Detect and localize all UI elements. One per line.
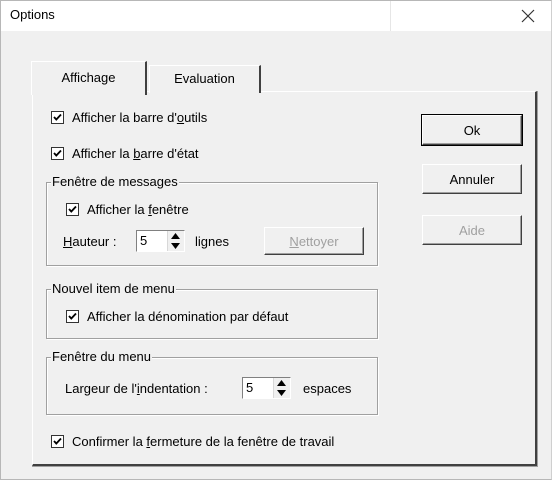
height-value: 5 <box>140 233 148 248</box>
menu-window-group-title: Fenêtre du menu <box>51 349 153 365</box>
height-spin-down-button[interactable] <box>168 241 184 251</box>
confirm-close-option[interactable]: Confirmer la fermeture de la fenêtre de … <box>51 432 334 450</box>
help-button-label: Aide <box>458 223 486 238</box>
show-statusbar-label: Afficher la barre d'état <box>72 145 199 161</box>
indent-spin-arrows <box>273 378 290 398</box>
arrow-down-icon <box>277 390 286 396</box>
new-menu-item-group-title: Nouvel item de menu <box>51 281 176 297</box>
height-label: Hauteur : <box>63 234 117 249</box>
checkmark-icon <box>68 312 77 320</box>
indent-unit-label: espaces <box>303 381 352 396</box>
checkmark-icon <box>68 205 77 213</box>
title-bar: Options <box>1 1 551 31</box>
arrow-down-icon <box>171 243 180 249</box>
show-toolbar-checkbox[interactable] <box>51 110 64 124</box>
height-spin-arrows <box>167 231 184 251</box>
tab-evaluation[interactable]: Evaluation <box>149 65 261 93</box>
arrow-up-icon <box>277 380 286 386</box>
show-messages-window-option[interactable]: Afficher la fenêtre <box>66 200 189 218</box>
help-button[interactable]: Aide <box>422 215 522 245</box>
show-statusbar-option[interactable]: Afficher la barre d'état <box>51 144 199 162</box>
indent-spin-down-button[interactable] <box>274 388 290 398</box>
messages-window-group-title: Fenêtre de messages <box>51 174 179 190</box>
checkmark-icon <box>53 149 62 157</box>
ok-button-label: Ok <box>463 123 481 138</box>
title-divider <box>390 1 391 31</box>
height-unit-label: lignes <box>195 234 229 249</box>
ok-button[interactable]: Ok <box>421 114 523 146</box>
confirm-close-label: Confirmer la fermeture de la fenêtre de … <box>72 433 335 449</box>
checkmark-icon <box>53 437 62 445</box>
arrow-up-icon <box>171 233 180 239</box>
close-icon <box>521 9 535 23</box>
cancel-button[interactable]: Annuler <box>422 164 522 194</box>
indent-spinbox[interactable]: 5 <box>242 377 291 399</box>
indent-label: Largeur de l'indentation : <box>65 381 208 396</box>
show-toolbar-option[interactable]: Afficher la barre d'outils <box>51 108 207 126</box>
tab-evaluation-label: Evaluation <box>174 71 235 86</box>
show-messages-window-label: Afficher la fenêtre <box>87 201 189 217</box>
height-spin-up-button[interactable] <box>168 231 184 241</box>
checkmark-icon <box>53 113 62 121</box>
close-button[interactable] <box>505 1 551 31</box>
confirm-close-checkbox[interactable] <box>51 434 64 448</box>
indent-value: 5 <box>246 380 254 395</box>
indent-spin-up-button[interactable] <box>274 378 290 388</box>
show-default-name-checkbox[interactable] <box>66 309 79 323</box>
options-dialog: Options Affichage Evaluation Afficher la… <box>0 0 552 480</box>
tab-affichage-label: Affichage <box>61 70 116 85</box>
cancel-button-label: Annuler <box>449 172 495 187</box>
show-default-name-option[interactable]: Afficher la dénomination par défaut <box>66 307 288 325</box>
clear-button-label: Nettoyer <box>289 234 339 249</box>
show-toolbar-label: Afficher la barre d'outils <box>72 109 208 125</box>
clear-button[interactable]: Nettoyer <box>264 227 364 255</box>
window-title: Options <box>10 7 55 22</box>
show-statusbar-checkbox[interactable] <box>51 146 64 160</box>
show-messages-window-checkbox[interactable] <box>66 202 79 216</box>
show-default-name-label: Afficher la dénomination par défaut <box>87 308 289 324</box>
height-spinbox[interactable]: 5 <box>136 230 185 252</box>
tab-affichage[interactable]: Affichage <box>31 61 147 95</box>
